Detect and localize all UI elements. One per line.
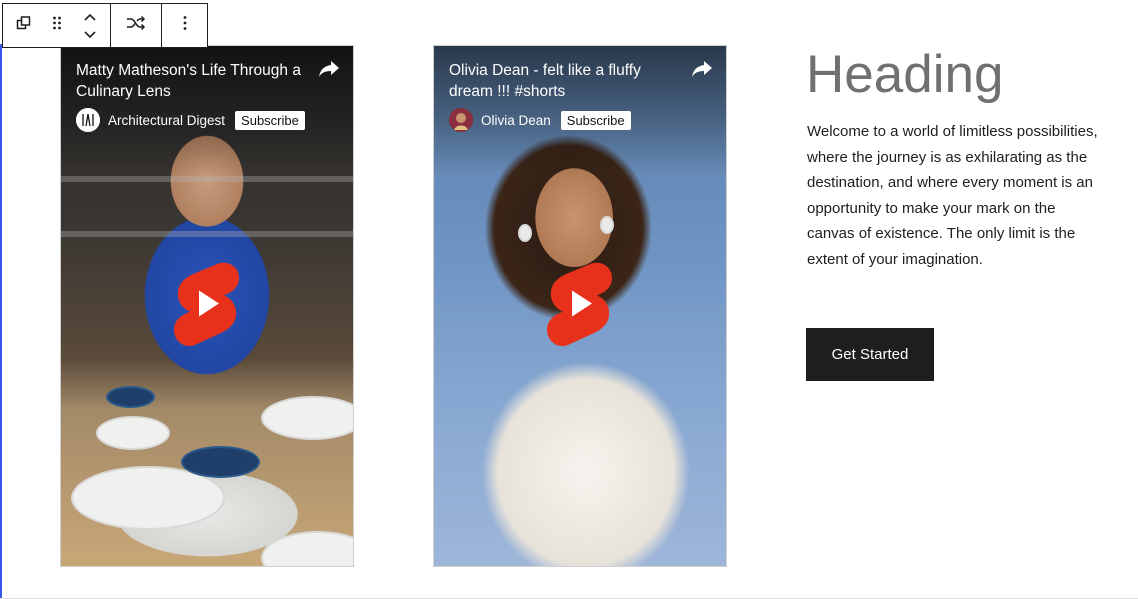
drag-handle-icon: [52, 15, 62, 36]
share-icon: [319, 61, 339, 77]
youtube-short-embed-2[interactable]: Olivia Dean - felt like a fluffy dream !…: [433, 45, 727, 567]
subscribe-button[interactable]: Subscribe: [235, 110, 305, 130]
bowl-white: [96, 416, 170, 450]
block-selection-edge: [0, 44, 2, 599]
duplicate-block-button[interactable]: [8, 4, 40, 47]
toolbar-group-options: [162, 4, 207, 47]
channel-name[interactable]: Architectural Digest: [108, 113, 225, 128]
kitchen-shelf: [61, 231, 353, 237]
block-mover: [74, 4, 106, 47]
youtube-short-embed-1[interactable]: Matty Matheson's Life Through a Culinary…: [60, 45, 354, 567]
move-up-button[interactable]: [83, 10, 97, 24]
channel-avatar-icon[interactable]: [76, 108, 100, 132]
plate: [261, 531, 353, 566]
bowl-blue: [106, 386, 155, 408]
move-down-icon: [83, 30, 96, 38]
more-options-button[interactable]: [169, 4, 201, 47]
play-button[interactable]: [172, 259, 242, 354]
share-icon: [692, 61, 712, 77]
toolbar-group-block: [3, 4, 111, 47]
move-up-icon: [83, 13, 96, 21]
page-heading[interactable]: Heading: [806, 44, 1003, 106]
share-button[interactable]: [318, 60, 340, 83]
youtube-shorts-play-icon: [547, 262, 613, 347]
channel-avatar-icon[interactable]: [449, 108, 473, 132]
channel-name[interactable]: Olivia Dean: [481, 113, 551, 128]
video-title[interactable]: Olivia Dean - felt like a fluffy dream !…: [449, 60, 684, 102]
earring: [518, 224, 532, 242]
more-options-icon: [182, 15, 188, 36]
shuffle-icon: [126, 15, 146, 36]
youtube-shorts-play-icon: [174, 262, 240, 347]
bowl-blue: [181, 446, 260, 478]
block-toolbar: [2, 3, 208, 48]
shuffle-button[interactable]: [120, 4, 152, 47]
intro-paragraph[interactable]: Welcome to a world of limitless possibil…: [807, 119, 1107, 273]
get-started-button[interactable]: Get Started: [806, 328, 934, 381]
drag-handle-button[interactable]: [41, 4, 73, 47]
play-button[interactable]: [545, 259, 615, 354]
kitchen-shelf: [61, 176, 353, 182]
video-title[interactable]: Matty Matheson's Life Through a Culinary…: [76, 60, 311, 102]
subscribe-button[interactable]: Subscribe: [560, 110, 631, 130]
toolbar-group-transform: [111, 4, 162, 47]
channel-row: Olivia Dean Subscribe: [449, 108, 631, 132]
move-down-button[interactable]: [83, 28, 97, 42]
channel-row: Architectural Digest Subscribe: [76, 108, 305, 132]
plate: [261, 396, 353, 440]
earring: [600, 216, 614, 234]
share-button[interactable]: [691, 60, 713, 83]
duplicate-block-icon: [15, 14, 33, 37]
